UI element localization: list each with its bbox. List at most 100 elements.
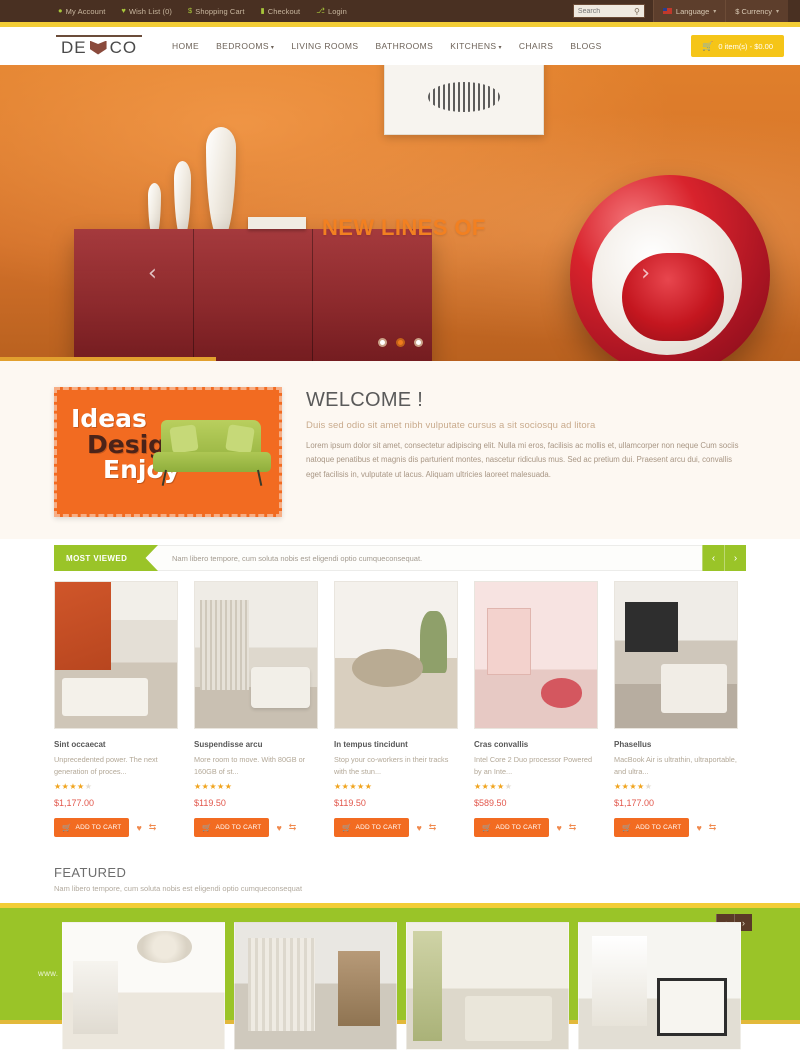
login-icon: ⎇ <box>316 6 325 16</box>
product-actions: 🛒 ADD TO CART ♥ ⇆ <box>474 818 598 837</box>
product-card[interactable]: Phasellus MacBook Air is ultrathin, ultr… <box>614 581 738 837</box>
green-sofa-illustration <box>153 420 271 486</box>
product-description: MacBook Air is ultrathin, ultraportable,… <box>614 755 737 776</box>
nav-item-bedrooms[interactable]: BEDROOMS ▾ <box>216 41 274 51</box>
add-to-cart-button[interactable]: 🛒 ADD TO CART <box>474 818 550 837</box>
cart-icon: 🛒 <box>202 823 212 832</box>
language-selector[interactable]: Language ▾ <box>652 0 726 22</box>
featured-item[interactable] <box>234 922 397 1050</box>
add-to-cart-button[interactable]: 🛒 ADD TO CART <box>194 818 270 837</box>
wishlist-icon[interactable]: ♥ <box>276 823 281 833</box>
promo-banner[interactable]: Ideas Design Enjoy <box>54 387 282 517</box>
product-actions: 🛒 ADD TO CART ♥ ⇆ <box>334 818 458 837</box>
product-actions: 🛒 ADD TO CART ♥ ⇆ <box>54 818 178 837</box>
wishlist-icon[interactable]: ♥ <box>136 823 141 833</box>
product-card[interactable]: Suspendisse arcu More room to move. With… <box>194 581 318 837</box>
compare-icon[interactable]: ⇆ <box>709 822 717 833</box>
checkout-icon: ▮ <box>260 6 265 16</box>
nav-item-home[interactable]: HOME <box>172 41 199 51</box>
wishlist-icon[interactable]: ♥ <box>416 823 421 833</box>
most-viewed-section: MOST VIEWED Nam libero tempore, cum solu… <box>54 545 746 837</box>
add-to-cart-label: ADD TO CART <box>75 824 122 831</box>
product-image[interactable] <box>614 581 738 729</box>
top-link-label: Wish List (0) <box>128 6 172 16</box>
compare-icon[interactable]: ⇆ <box>569 822 577 833</box>
red-ball-chair <box>570 175 770 361</box>
product-price: $119.50 <box>194 798 226 808</box>
product-rating: ★★★★★ <box>194 782 233 791</box>
nav-item-blogs[interactable]: BLOGS <box>570 41 601 51</box>
most-viewed-tag: MOST VIEWED <box>54 545 158 571</box>
compare-icon[interactable]: ⇆ <box>289 822 297 833</box>
featured-title: FEATURED <box>54 865 127 880</box>
top-link-label: Login <box>327 6 347 16</box>
top-link-shopping-cart[interactable]: $ Shopping Cart <box>188 7 245 16</box>
hero-carousel[interactable]: NEW LINES OF ‹ › <box>0 65 800 361</box>
product-image[interactable] <box>334 581 458 729</box>
flag-icon <box>662 8 672 14</box>
top-bar-right: ⚲ Language ▾ $ Currency ▾ <box>572 0 788 22</box>
featured-subtitle: Nam libero tempore, cum soluta nobis est… <box>54 884 303 893</box>
sofa-leg <box>161 469 167 486</box>
add-to-cart-button[interactable]: 🛒 ADD TO CART <box>54 818 130 837</box>
cart-icon: 🛒 <box>482 823 492 832</box>
add-to-cart-button[interactable]: 🛒 ADD TO CART <box>334 818 410 837</box>
product-description: Intel Core 2 Duo processor Powered by an… <box>474 755 593 776</box>
welcome-body: Lorem ipsum dolor sit amet, consectetur … <box>306 441 739 479</box>
wishlist-icon[interactable]: ♥ <box>556 823 561 833</box>
logo[interactable]: DE CO <box>56 34 142 58</box>
hero-dot-3[interactable] <box>413 338 423 347</box>
search-box[interactable]: ⚲ <box>572 4 645 18</box>
nav-label: CHAIRS <box>518 41 554 51</box>
product-price: $119.50 <box>334 798 366 808</box>
wall-art-frame <box>384 65 544 135</box>
top-link-login[interactable]: ⎇ Login <box>316 7 347 16</box>
product-image[interactable] <box>54 581 178 729</box>
welcome-row: Ideas Design Enjoy WELCOME ! Duis sed od… <box>54 387 746 517</box>
wishlist-icon[interactable]: ♥ <box>696 823 701 833</box>
top-link-checkout[interactable]: ▮ Checkout <box>261 7 301 16</box>
sofa-cushion <box>169 424 199 454</box>
most-viewed-prev-arrow[interactable]: ‹ <box>702 545 724 571</box>
logo-text-right: CO <box>109 37 138 57</box>
featured-item[interactable] <box>62 922 225 1050</box>
nav-item-chairs[interactable]: CHAIRS <box>519 41 554 51</box>
hero-next-arrow[interactable]: › <box>641 263 650 285</box>
hero-prev-arrow[interactable]: ‹ <box>148 263 157 285</box>
cart-total-label: 0 item(s) - $0.00 <box>718 41 773 51</box>
add-to-cart-label: ADD TO CART <box>355 824 402 831</box>
featured-items <box>0 922 800 1050</box>
product-name: Sint occaecat <box>54 740 106 749</box>
top-link-wish-list[interactable]: ♥ Wish List (0) <box>121 7 172 16</box>
watermark: www. <box>38 969 59 978</box>
hero-title: NEW LINES OF <box>322 215 486 240</box>
nav-item-living-rooms[interactable]: LIVING ROOMS <box>291 41 358 51</box>
most-viewed-next-arrow[interactable]: › <box>724 545 746 571</box>
shopping-cart-icon: 🛒 <box>702 40 714 51</box>
hero-dot-2[interactable] <box>395 338 405 347</box>
hero-dot-1[interactable] <box>377 338 387 347</box>
top-link-my-account[interactable]: ● My Account <box>58 7 105 16</box>
product-image[interactable] <box>194 581 318 729</box>
search-input[interactable] <box>577 7 635 15</box>
compare-icon[interactable]: ⇆ <box>429 822 437 833</box>
product-card[interactable]: Sint occaecat Unprecedented power. The n… <box>54 581 178 837</box>
currency-selector[interactable]: $ Currency ▾ <box>725 0 788 22</box>
product-image[interactable] <box>474 581 598 729</box>
featured-carousel[interactable]: ‹ › www. <box>0 908 800 1050</box>
top-bar-links: ● My Account ♥ Wish List (0) $ Shopping … <box>58 7 347 16</box>
hero-dots <box>0 338 800 347</box>
sofa-cushion <box>225 424 255 454</box>
product-card[interactable]: In tempus tincidunt Stop your co-workers… <box>334 581 458 837</box>
nav-item-kitchens[interactable]: KITCHENS ▾ <box>450 41 502 51</box>
nav-item-bathrooms[interactable]: BATHROOMS <box>375 41 433 51</box>
most-viewed-nav: ‹ › <box>702 545 746 571</box>
featured-item[interactable] <box>406 922 569 1050</box>
cart-button[interactable]: 🛒 0 item(s) - $0.00 <box>691 35 784 57</box>
add-to-cart-button[interactable]: 🛒 ADD TO CART <box>614 818 690 837</box>
compare-icon[interactable]: ⇆ <box>149 822 157 833</box>
featured-item[interactable] <box>578 922 741 1050</box>
book-stack <box>248 217 306 229</box>
product-card[interactable]: Cras convallis Intel Core 2 Duo processo… <box>474 581 598 837</box>
nav-label: KITCHENS <box>450 41 497 51</box>
